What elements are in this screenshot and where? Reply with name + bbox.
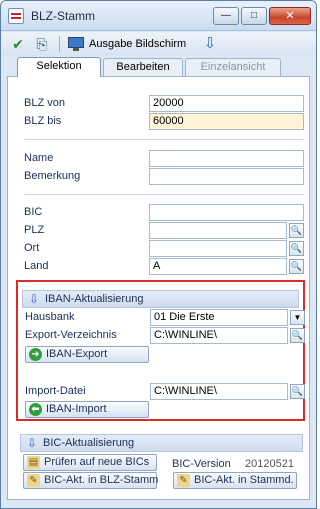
bemerkung-label: Bemerkung (24, 170, 81, 182)
minimize-button[interactable]: — (213, 7, 239, 25)
bic-update-master-button[interactable]: ✎ BIC-Akt. in Stammd. (173, 472, 297, 489)
blz-von-field[interactable]: 20000 (149, 95, 304, 112)
export-dir-label: Export-Verzeichnis (25, 329, 117, 341)
close-button[interactable]: ✕ (269, 7, 311, 25)
tab-bar: Selektion Bearbeiten Einzelansicht (1, 56, 316, 77)
arrow-right-icon: ➜ (29, 348, 42, 361)
selection-panel: BLZ von 20000 BLZ bis 60000 Name Bemerku… (7, 76, 310, 500)
export-dir-field[interactable]: C:\WINLINE\ (150, 327, 288, 344)
iban-export-button[interactable]: ➜ IBAN-Export (25, 346, 149, 363)
check-new-bics-label: Prüfen auf neue BICs (44, 456, 150, 468)
blz-von-label: BLZ von (24, 97, 65, 109)
blz-stamm-window: BLZ-Stamm — □ ✕ ✔ ⎘ Ausgabe Bildschirm ⇩… (0, 0, 317, 509)
land-label: Land (24, 260, 49, 272)
iban-section-title: IBAN-Aktualisierung (45, 293, 144, 305)
monitor-icon[interactable] (67, 36, 85, 52)
import-file-label: Import-Datei (25, 385, 86, 397)
iban-export-label: IBAN-Export (46, 348, 108, 360)
check-new-bics-button[interactable]: ▤ Prüfen auf neue BICs (23, 454, 157, 471)
pencil-icon: ✎ (27, 474, 40, 487)
name-field[interactable] (149, 150, 304, 167)
ort-label: Ort (24, 242, 40, 254)
bic-label: BIC (24, 206, 43, 218)
document-icon: ▤ (27, 456, 40, 469)
window-title: BLZ-Stamm (31, 9, 96, 23)
iban-import-label: IBAN-Import (46, 403, 107, 415)
plz-lookup-icon[interactable]: 🔍 (289, 223, 304, 238)
bic-update-blz-button[interactable]: ✎ BIC-Akt. in BLZ-Stamm (23, 472, 159, 489)
bic-field[interactable] (149, 204, 304, 221)
plz-label: PLZ (24, 224, 45, 236)
title-bar: BLZ-Stamm — □ ✕ (1, 1, 316, 31)
arrow-down-icon[interactable]: ⇩ (201, 36, 219, 52)
tab-einzelansicht[interactable]: Einzelansicht (185, 58, 281, 76)
exit-icon[interactable]: ⎘ (33, 36, 51, 52)
toolbar: ✔ ⎘ Ausgabe Bildschirm ⇩ (1, 32, 316, 56)
maximize-button[interactable]: □ (241, 7, 267, 25)
arrow-left-icon: ⬅ (29, 403, 42, 416)
divider (24, 139, 304, 140)
bic-section-title: BIC-Aktualisierung (43, 437, 135, 449)
bic-update-master-label: BIC-Akt. in Stammd. (194, 474, 294, 486)
land-lookup-icon[interactable]: 🔍 (289, 259, 304, 274)
download-icon: ⇩ (28, 292, 40, 306)
output-target-label[interactable]: Ausgabe Bildschirm (89, 38, 186, 50)
chevron-down-icon[interactable]: ▼ (290, 310, 305, 325)
bemerkung-field[interactable] (149, 168, 304, 185)
ort-field[interactable] (149, 240, 287, 257)
bic-version-label: BIC-Version (172, 458, 231, 470)
blz-bis-label: BLZ bis (24, 115, 62, 127)
download-icon: ⇩ (26, 436, 38, 450)
blz-bis-field[interactable]: 60000 (149, 113, 304, 130)
ort-lookup-icon[interactable]: 🔍 (289, 241, 304, 256)
bic-version-value: 20120521 (245, 458, 294, 470)
app-icon (8, 8, 24, 24)
iban-update-group: ⇩ IBAN-Aktualisierung Hausbank 01 Die Er… (16, 280, 305, 421)
name-label: Name (24, 152, 54, 164)
tab-bearbeiten[interactable]: Bearbeiten (103, 58, 183, 76)
bic-update-blz-label: BIC-Akt. in BLZ-Stamm (44, 474, 159, 486)
land-field[interactable]: A (149, 258, 287, 275)
toolbar-separator (59, 36, 60, 52)
checkmark-icon[interactable]: ✔ (9, 36, 27, 52)
hausbank-label: Hausbank (25, 311, 75, 323)
divider (24, 194, 304, 195)
pencil-icon: ✎ (177, 474, 190, 487)
export-dir-lookup-icon[interactable]: 🔍 (290, 328, 305, 343)
iban-import-button[interactable]: ⬅ IBAN-Import (25, 401, 149, 418)
tab-selektion[interactable]: Selektion (17, 57, 101, 77)
plz-field[interactable] (149, 222, 287, 239)
bic-section-header: ⇩ BIC-Aktualisierung (20, 434, 303, 452)
import-file-field[interactable]: C:\WINLINE\ (150, 383, 288, 400)
hausbank-select[interactable]: 01 Die Erste (150, 309, 288, 326)
import-file-lookup-icon[interactable]: 🔍 (290, 384, 305, 399)
iban-section-header: ⇩ IBAN-Aktualisierung (22, 290, 299, 308)
